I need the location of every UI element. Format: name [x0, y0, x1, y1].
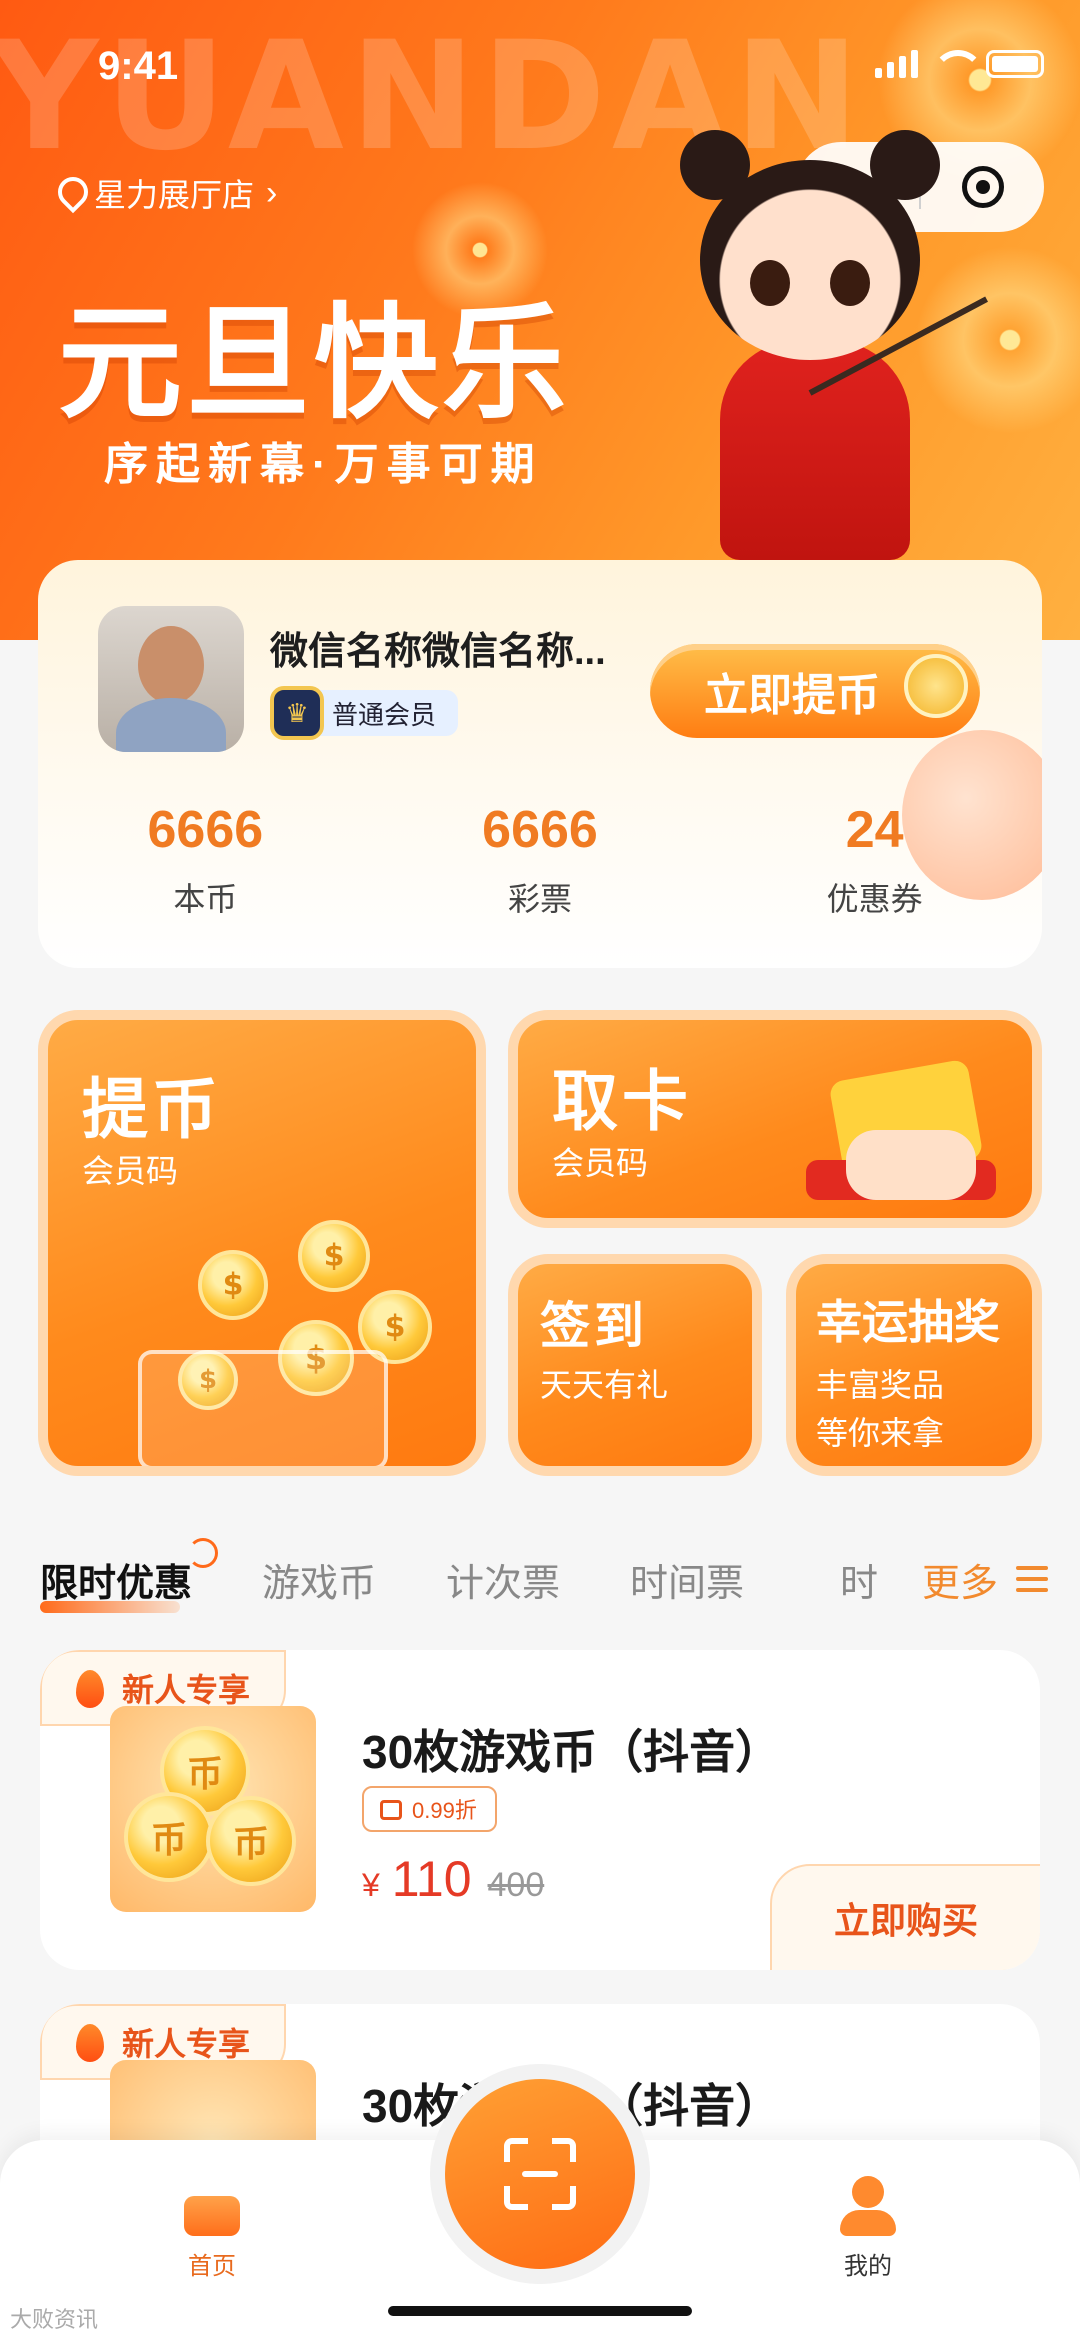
product-thumbnail: [110, 1706, 316, 1912]
tab-limited-offer[interactable]: 限时优惠: [40, 1537, 219, 1613]
member-level-badge: ♛ 普通会员: [270, 686, 459, 740]
coin-icon: [198, 1250, 268, 1320]
tile-title: 签到: [540, 1297, 648, 1355]
new-user-tag-label: 新人专享: [122, 2026, 251, 2062]
tile-title: 取卡: [552, 1063, 692, 1140]
flame-icon: [76, 2024, 104, 2062]
scan-code-button[interactable]: [445, 2079, 635, 2269]
store-selector[interactable]: 星力展厅店 ›: [56, 170, 277, 216]
tab-game-coins[interactable]: 游戏币: [262, 1552, 376, 1607]
tile-title: 提币: [82, 1071, 222, 1148]
status-icons: [875, 50, 1044, 78]
feature-lottery-tile[interactable]: 幸运抽奖 丰富奖品 等你来拿: [786, 1254, 1042, 1476]
status-time: 9:41: [98, 44, 179, 88]
battery-icon: [986, 50, 1044, 78]
hero-title: 元旦快乐: [58, 292, 571, 436]
tab-overflow[interactable]: 时: [840, 1544, 890, 1614]
coin-icon: [298, 1220, 370, 1292]
more-categories-button[interactable]: 更多: [891, 1544, 1048, 1614]
buy-now-button[interactable]: 立即购买: [770, 1864, 1040, 1970]
crown-icon: ♛: [270, 686, 324, 740]
feature-get-card-tile[interactable]: 取卡 会员码: [508, 1010, 1042, 1228]
price-currency: ¥: [362, 1867, 380, 1903]
coin-icon: [206, 1796, 296, 1886]
stat-label: 本币: [173, 881, 238, 917]
chevron-right-icon: ›: [266, 173, 278, 212]
user-nickname: 微信名称微信名称...: [270, 631, 606, 673]
tile-subtitle: 会员码: [82, 1153, 179, 1189]
stat-lottery-tickets[interactable]: 6666 彩票: [373, 800, 708, 920]
store-name: 星力展厅店: [94, 177, 255, 213]
product-card[interactable]: 新人专享 30枚游戏币（抖音） 0.99折 ¥ 110 400 立即购买: [40, 1650, 1040, 1970]
coin-icon: [124, 1792, 214, 1882]
tile-subtitle: 等你来拿: [816, 1415, 945, 1451]
tab-mine[interactable]: 我的: [768, 2176, 968, 2281]
price-current: 110: [391, 1851, 472, 1907]
feature-withdraw-tile[interactable]: 提币 会员码: [38, 1010, 486, 1476]
tile-subtitle: 天天有礼: [540, 1367, 669, 1403]
tile-title: 幸运抽奖: [816, 1295, 1000, 1349]
wifi-icon: [932, 50, 984, 78]
watermark: 大败资讯: [10, 2307, 99, 2332]
member-level-label: 普通会员: [332, 699, 437, 730]
stat-label: 彩票: [508, 881, 573, 917]
tab-label: 限时优惠: [40, 1562, 193, 1605]
hand-holding-card-illustration: [806, 1058, 996, 1210]
more-label: 更多: [921, 1562, 998, 1605]
tile-subtitle: 丰富奖品: [816, 1367, 945, 1403]
withdraw-coins-button[interactable]: 立即提币: [650, 644, 980, 738]
mascot-girl-illustration: [640, 120, 988, 560]
menu-icon: [1016, 1566, 1048, 1592]
hero-subtitle: 序起新幕·万事可期: [104, 440, 543, 489]
stat-label: 优惠券: [826, 881, 923, 917]
user-profile-icon: [838, 2176, 898, 2236]
category-tabs: 限时优惠 游戏币 计次票 时间票: [40, 1537, 1040, 1614]
new-user-tag-label: 新人专享: [122, 1672, 251, 1708]
hero-banner: YUANDAN 9:41 星力展厅店 › 元旦快乐 序起新幕·万事可期: [0, 0, 1080, 640]
discount-label: 0.99折: [412, 1798, 477, 1823]
product-name: 30枚游戏币（抖音）: [362, 1726, 782, 1778]
discount-badge: 0.99折: [362, 1786, 497, 1832]
tab-count-tickets[interactable]: 计次票: [446, 1552, 560, 1607]
withdraw-button-label: 立即提币: [704, 671, 880, 720]
stat-value: 6666: [482, 801, 598, 859]
ticket-icon: [380, 1800, 402, 1820]
tab-home[interactable]: 首页: [112, 2176, 312, 2281]
tab-mine-label: 我的: [844, 2253, 892, 2280]
stat-value: 24: [845, 801, 904, 859]
tab-decoration-icon: [188, 1537, 219, 1568]
feature-signin-tile[interactable]: 签到 天天有礼: [508, 1254, 762, 1476]
qr-scan-icon: [504, 2138, 576, 2210]
home-indicator: [388, 2306, 692, 2316]
stat-value: 6666: [147, 801, 264, 859]
location-pin-icon: [56, 177, 82, 209]
stat-coupons[interactable]: 24 优惠券: [707, 800, 1042, 920]
user-info-card: 微信名称微信名称... ♛ 普通会员 立即提币 6666 本币 6666 彩票 …: [38, 560, 1042, 968]
tab-home-label: 首页: [188, 2253, 236, 2280]
avatar[interactable]: [98, 606, 244, 752]
product-price: ¥ 110 400: [362, 1850, 544, 1908]
signal-icon: [875, 50, 918, 78]
tile-subtitle: 会员码: [552, 1145, 649, 1181]
scan-button-ring: [430, 2064, 650, 2284]
stat-coins[interactable]: 6666 本币: [38, 800, 373, 920]
coins-icon: [904, 654, 968, 718]
user-stats: 6666 本币 6666 彩票 24 优惠券: [38, 800, 1042, 920]
home-icon: [176, 2176, 248, 2236]
glass-box-illustration: [138, 1350, 388, 1466]
price-original: 400: [487, 1866, 545, 1904]
flame-icon: [76, 1670, 104, 1708]
tab-time-tickets[interactable]: 时间票: [630, 1552, 744, 1607]
